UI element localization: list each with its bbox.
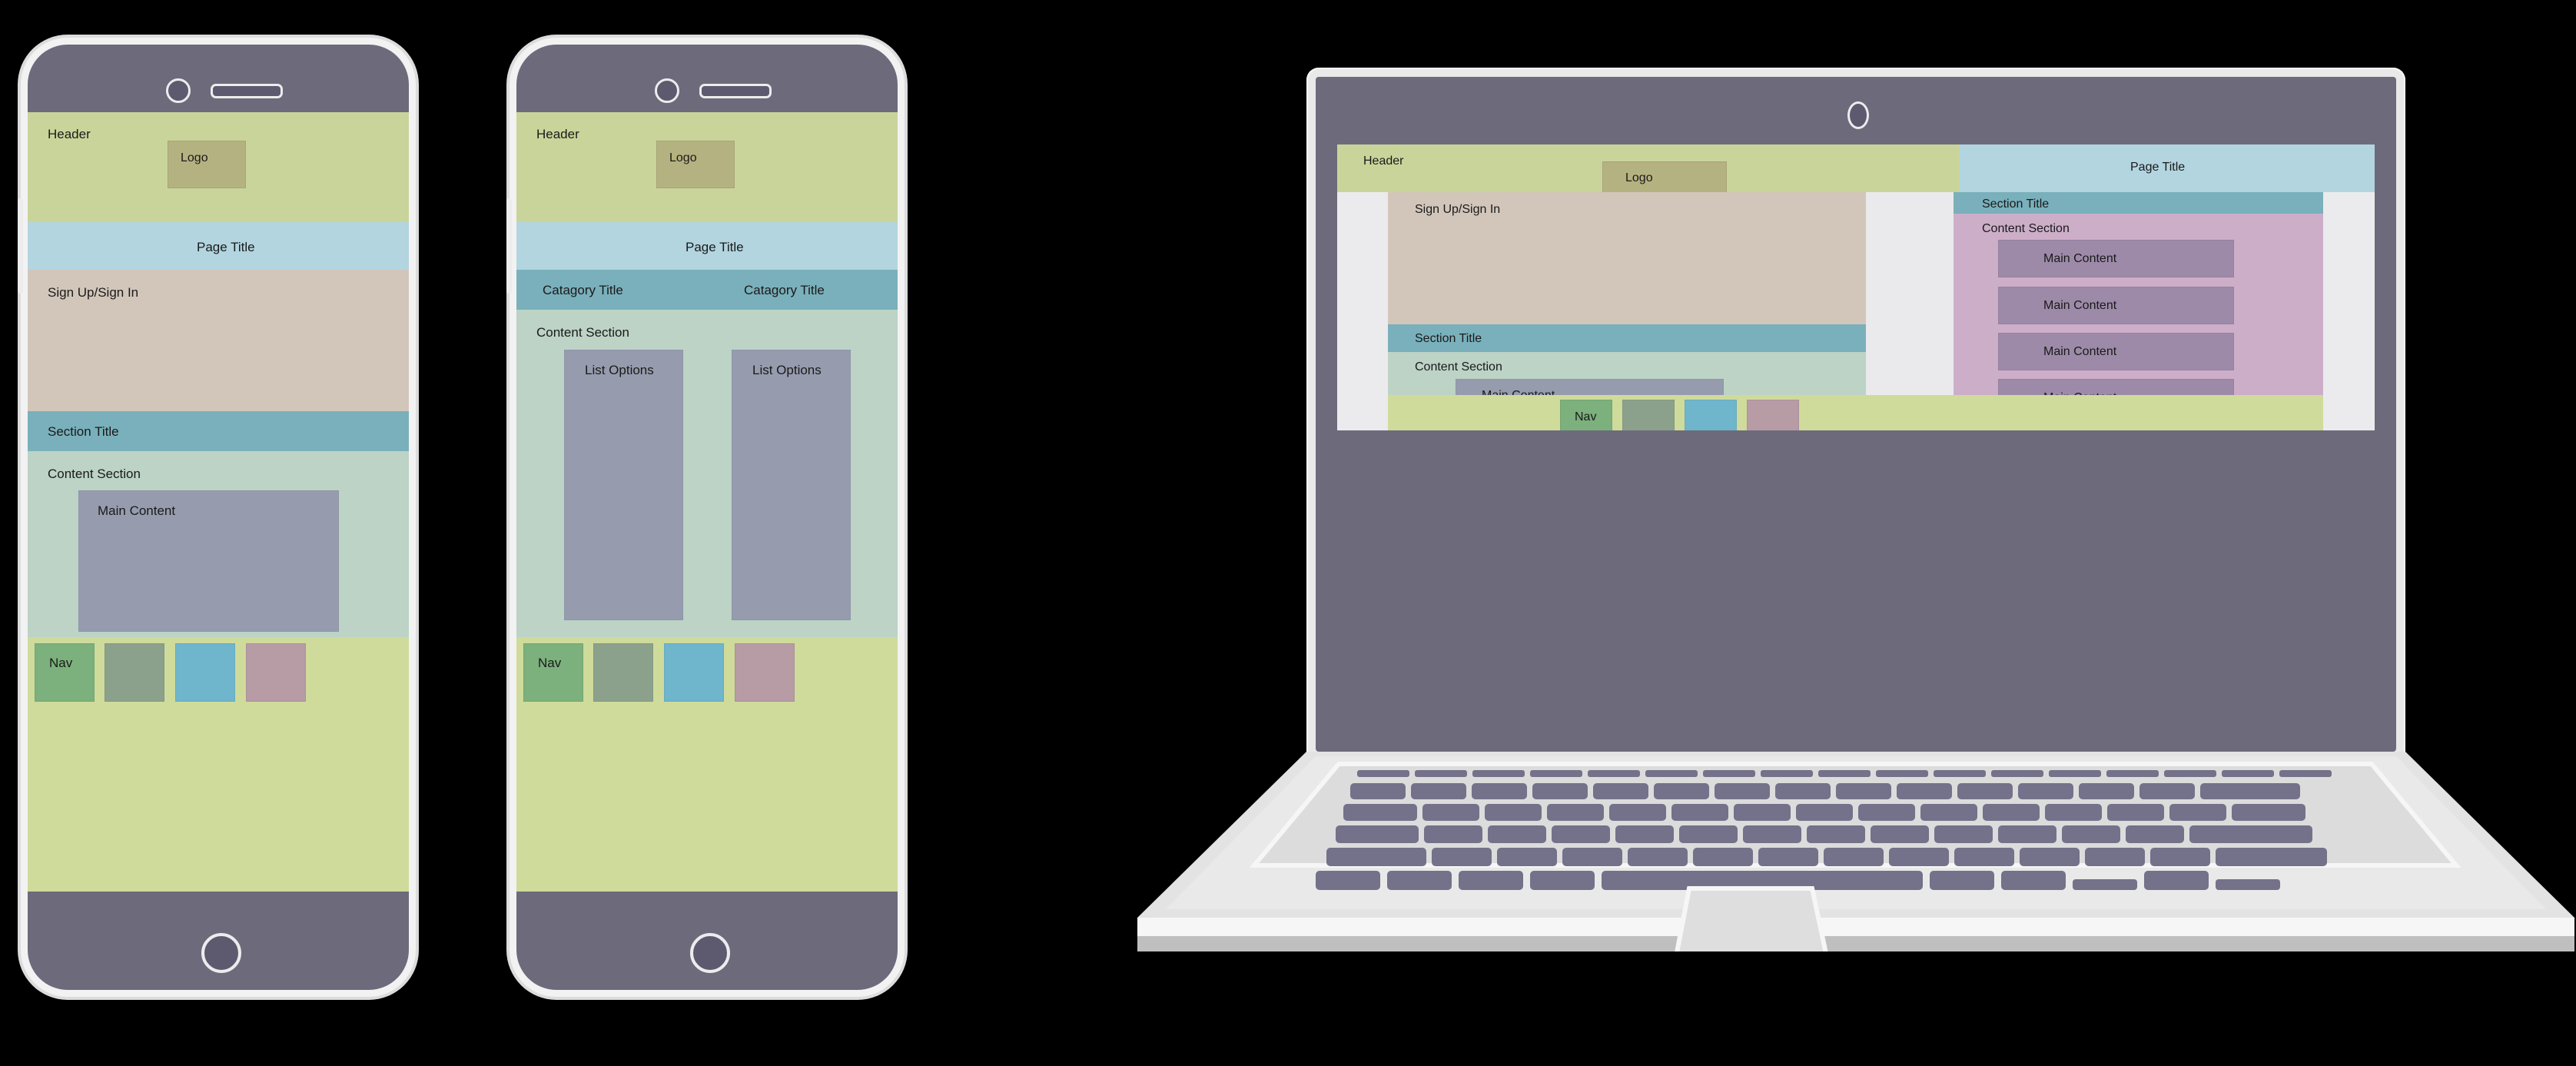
main-content-label: Main Content [98, 503, 176, 518]
page-title-band: Page Title [516, 222, 898, 270]
nav-band: Nav [1388, 395, 2323, 430]
main-content-box[interactable]: Main Content [78, 490, 339, 632]
nav-item-4[interactable] [1747, 400, 1799, 430]
sign-up-band[interactable]: Sign Up/Sign In [1388, 192, 1866, 324]
section-title-aside-label: Section Title [1982, 198, 2050, 211]
screen-left-gutter [1337, 192, 1388, 430]
aside-main-content-2[interactable]: Main Content [1998, 287, 2234, 324]
list-options-label: List Options [752, 363, 822, 377]
nav-band: Nav [28, 637, 409, 892]
phone-one-screen: Header Logo Page Title Sign Up/Sign In S… [28, 112, 409, 892]
sign-up-band[interactable]: Sign Up/Sign In [28, 270, 409, 411]
content-section-main-label: Content Section [1415, 360, 1502, 374]
nav-item-3[interactable] [175, 643, 235, 702]
nav-item-3[interactable] [1685, 400, 1737, 430]
page-title-band: Page Title [1960, 144, 2375, 192]
phone-two-screen: Header Logo Page Title Catagory Title Ca… [516, 112, 898, 892]
main-content-label: Main Content [2043, 252, 2117, 265]
list-options-left-box[interactable]: List Options [564, 350, 683, 620]
earpiece-speaker-icon [699, 84, 772, 98]
laptop-base [1137, 752, 2574, 951]
list-options-right-box[interactable]: List Options [732, 350, 851, 620]
volume-button[interactable] [18, 198, 23, 294]
section-title-band: Section Title [28, 411, 409, 451]
section-title-main-band: Section Title [1388, 324, 1866, 352]
laptop-screen-content: Header Logo Page Title Sign Up/Sign In S… [1337, 144, 2375, 430]
content-section-label: Content Section [536, 325, 629, 340]
screen-right-gutter [2323, 192, 2375, 430]
aside-main-content-3[interactable]: Main Content [1998, 333, 2234, 370]
header-band: Header Logo [1337, 144, 1960, 200]
logo-label: Logo [1625, 171, 1653, 184]
aside-main-content-1[interactable]: Main Content [1998, 240, 2234, 277]
catagory-title-band: Catagory Title Catagory Title [516, 270, 898, 310]
front-camera-icon [655, 78, 679, 103]
header-band: Header Logo [516, 112, 898, 222]
nav-item-2[interactable] [1622, 400, 1675, 430]
content-section-band: Content Section Main Content [28, 451, 409, 637]
nav-label: Nav [538, 656, 562, 670]
nav-item-1[interactable]: Nav [35, 643, 95, 702]
main-content-label: Main Content [2043, 345, 2117, 358]
trackpad[interactable] [1137, 752, 2574, 951]
home-button[interactable] [690, 933, 730, 973]
phone-mockup-one: Header Logo Page Title Sign Up/Sign In S… [18, 45, 409, 990]
mockup-canvas: Header Logo Page Title Sign Up/Sign In S… [0, 0, 2576, 1066]
phone-mockup-two: Header Logo Page Title Catagory Title Ca… [506, 45, 898, 990]
nav-item-1[interactable]: Nav [1560, 400, 1612, 430]
page-title-band: Page Title [28, 222, 409, 270]
header-label: Header [48, 127, 91, 141]
content-section-band: Content Section List Options List Option… [516, 310, 898, 637]
phone-two-top-bezel [516, 45, 898, 112]
main-content-label: Main Content [2043, 299, 2117, 312]
earpiece-speaker-icon [211, 84, 283, 98]
nav-item-4[interactable] [246, 643, 306, 702]
page-title-label: Page Title [685, 240, 744, 254]
nav-item-2[interactable] [105, 643, 164, 702]
volume-button[interactable] [506, 198, 512, 294]
header-band: Header Logo [28, 112, 409, 222]
content-section-aside-band: Content Section Main Content Main Conten… [1954, 214, 2323, 417]
laptop-mockup: Header Logo Page Title Sign Up/Sign In S… [1137, 46, 2574, 991]
nav-band: Nav [516, 637, 898, 892]
header-label: Header [536, 127, 579, 141]
page-title-label: Page Title [2130, 161, 2186, 174]
nav-item-4[interactable] [735, 643, 795, 702]
sign-up-sign-in-label: Sign Up/Sign In [48, 285, 139, 300]
sign-up-sign-in-label: Sign Up/Sign In [1415, 203, 1501, 216]
catagory-title-left-label: Catagory Title [543, 283, 623, 297]
phone-one-top-bezel [28, 45, 409, 112]
section-title-main-label: Section Title [1415, 332, 1482, 345]
nav-label: Nav [49, 656, 73, 670]
nav-label: Nav [1575, 410, 1597, 423]
page-title-label: Page Title [197, 240, 255, 254]
content-section-aside-label: Content Section [1982, 222, 2070, 235]
logo-label: Logo [181, 151, 208, 164]
logo-box: Logo [656, 141, 735, 188]
logo-label: Logo [669, 151, 697, 164]
nav-item-1[interactable]: Nav [523, 643, 583, 702]
laptop-camera-icon [1847, 101, 1869, 129]
catagory-title-right-label: Catagory Title [744, 283, 825, 297]
home-button[interactable] [201, 933, 241, 973]
section-title-label: Section Title [48, 424, 119, 439]
content-section-label: Content Section [48, 467, 141, 481]
header-label: Header [1363, 154, 1404, 168]
logo-box: Logo [168, 141, 246, 188]
front-camera-icon [166, 78, 191, 103]
list-options-label: List Options [585, 363, 654, 377]
nav-item-2[interactable] [593, 643, 653, 702]
nav-item-3[interactable] [664, 643, 724, 702]
section-title-aside-band: Section Title [1954, 192, 2323, 214]
